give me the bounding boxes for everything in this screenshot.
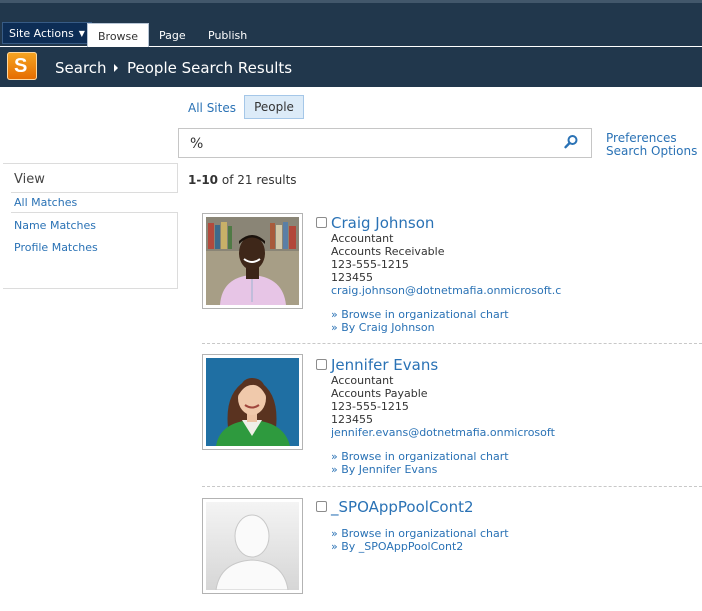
person-office: 123455 (331, 271, 373, 284)
title-bar: S Search People Search Results (0, 47, 702, 87)
logo-letter: S (14, 55, 28, 77)
view-heading: View (14, 172, 45, 187)
chevron-down-icon: ▼ (78, 29, 85, 38)
person-name[interactable]: Craig Johnson (331, 214, 434, 232)
person-photo-icon (206, 358, 299, 446)
person-department: Accounts Receivable (331, 245, 445, 258)
refiner-profile-matches[interactable]: Profile Matches (14, 241, 98, 254)
breadcrumb-search[interactable]: Search (55, 59, 107, 77)
person-phone: 123-555-1215 (331, 400, 409, 413)
view-refiner-panel: View All Matches Name Matches Profile Ma… (3, 163, 178, 289)
result-divider (202, 343, 702, 344)
person-name[interactable]: _SPOAppPoolCont2 (331, 498, 474, 516)
tab-publish[interactable]: Publish (208, 23, 247, 47)
search-input[interactable] (188, 134, 552, 154)
sharepoint-logo-icon[interactable]: S (7, 52, 37, 80)
tab-publish-label: Publish (208, 29, 248, 42)
person-department: Accounts Payable (331, 387, 428, 400)
breadcrumb-arrow-icon (114, 64, 118, 72)
search-box (178, 128, 592, 158)
site-actions-label: Site Actions (9, 27, 74, 40)
scope-people[interactable]: People (244, 95, 304, 119)
person-photo-icon (206, 217, 299, 305)
person-email[interactable]: jennifer.evans@dotnetmafia.onmicrosoft (331, 426, 564, 439)
by-author-link[interactable]: » By Craig Johnson (331, 321, 435, 334)
preferences-link[interactable]: Preferences (606, 131, 677, 145)
search-icon[interactable] (563, 134, 579, 150)
profile-photo[interactable] (202, 213, 303, 309)
ribbon-highlight (0, 0, 702, 3)
profile-photo[interactable] (202, 354, 303, 450)
tab-page-label: Page (159, 29, 186, 42)
select-checkbox[interactable] (316, 501, 327, 512)
select-checkbox[interactable] (316, 217, 327, 228)
tab-browse[interactable]: Browse (87, 23, 150, 47)
site-actions-menu[interactable]: Site Actions ▼ (2, 22, 92, 44)
org-chart-link[interactable]: » Browse in organizational chart (331, 308, 509, 321)
person-name[interactable]: Jennifer Evans (331, 356, 438, 374)
page-title: People Search Results (127, 59, 293, 77)
result-divider (202, 486, 702, 487)
results-count: 1-10 of 21 results (188, 173, 297, 187)
refiner-name-matches[interactable]: Name Matches (14, 219, 96, 232)
org-chart-link[interactable]: » Browse in organizational chart (331, 450, 509, 463)
results-range: 1-10 (188, 173, 219, 187)
ribbon-bar: Site Actions ▼ Browse Page Publish (0, 0, 702, 47)
org-chart-link[interactable]: » Browse in organizational chart (331, 527, 509, 540)
by-author-link[interactable]: » By _SPOAppPoolCont2 (331, 540, 463, 553)
person-office: 123455 (331, 413, 373, 426)
person-phone: 123-555-1215 (331, 258, 409, 271)
by-author-link[interactable]: » By Jennifer Evans (331, 463, 437, 476)
profile-photo[interactable] (202, 498, 303, 594)
search-options-link[interactable]: Search Options (606, 144, 697, 158)
person-title: Accountant (331, 232, 394, 245)
results-total: of 21 results (221, 173, 297, 187)
scope-all-sites[interactable]: All Sites (188, 101, 236, 115)
tab-browse-label: Browse (98, 30, 139, 43)
tab-page[interactable]: Page (159, 23, 186, 47)
person-title: Accountant (331, 374, 394, 387)
select-checkbox[interactable] (316, 359, 327, 370)
person-email[interactable]: craig.johnson@dotnetmafia.onmicrosoft.c (331, 284, 564, 297)
refiner-all-matches[interactable]: All Matches (14, 196, 77, 209)
default-avatar-icon (206, 502, 299, 590)
